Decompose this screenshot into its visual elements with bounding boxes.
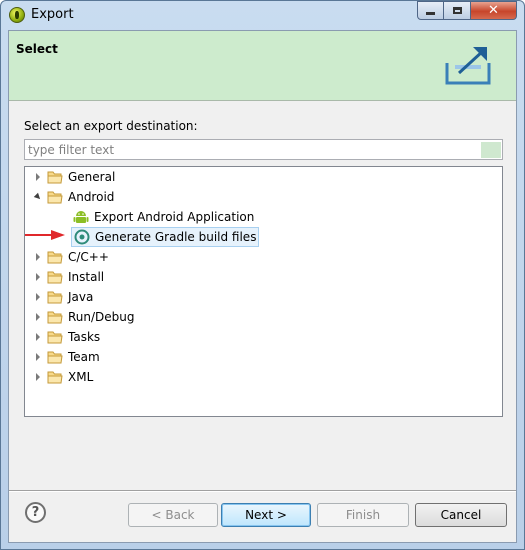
- window-title: Export: [31, 7, 74, 22]
- maximize-button[interactable]: [444, 1, 471, 20]
- tree-item-label: Android: [68, 190, 115, 204]
- tree-item-xml[interactable]: XML: [33, 367, 93, 387]
- tree-item-label: XML: [68, 370, 94, 384]
- tree-item-label: C/C++: [68, 250, 109, 264]
- expand-icon[interactable]: [33, 287, 43, 307]
- tree-item-general[interactable]: General: [33, 167, 115, 187]
- destination-prompt: Select an export destination:: [24, 119, 198, 133]
- expand-icon[interactable]: [33, 367, 43, 387]
- back-button[interactable]: < Back: [128, 503, 218, 527]
- close-icon: ✕: [488, 3, 499, 18]
- tree-item-label: Java: [68, 290, 94, 304]
- folder-icon: [47, 190, 63, 204]
- destination-tree[interactable]: General Android Export Android Applicati…: [24, 166, 503, 417]
- folder-icon: [47, 350, 63, 364]
- folder-icon: [47, 370, 63, 384]
- folder-icon: [47, 270, 63, 284]
- tree-item-install[interactable]: Install: [33, 267, 104, 287]
- folder-icon: [47, 170, 63, 184]
- tree-item-label: Export Android Application: [94, 210, 255, 224]
- tree-item-label: Run/Debug: [68, 310, 135, 324]
- folder-icon: [47, 330, 63, 344]
- eclipse-app-icon: [9, 7, 25, 23]
- next-button[interactable]: Next >: [221, 503, 311, 527]
- cancel-button[interactable]: Cancel: [415, 503, 507, 527]
- tree-item-label: Tasks: [68, 330, 101, 344]
- filter-clear-icon[interactable]: [481, 142, 501, 158]
- tree-item-run-debug[interactable]: Run/Debug: [33, 307, 135, 327]
- close-button[interactable]: ✕: [471, 1, 517, 20]
- expand-icon[interactable]: [33, 167, 43, 187]
- tree-item-label: Team: [68, 350, 100, 364]
- tree-item-label: Generate Gradle build files: [95, 230, 257, 244]
- tree-item-label: General: [68, 170, 116, 184]
- finish-button[interactable]: Finish: [317, 503, 409, 527]
- expand-icon[interactable]: [33, 347, 43, 367]
- folder-icon: [47, 290, 63, 304]
- folder-icon: [47, 310, 63, 324]
- button-bar-divider: [9, 490, 516, 492]
- expand-icon[interactable]: [33, 307, 43, 327]
- export-dialog: Export ✕ Select Select an export destina…: [0, 0, 525, 550]
- android-icon: [73, 211, 89, 223]
- tree-item-android[interactable]: Android: [33, 187, 114, 207]
- expand-icon[interactable]: [33, 327, 43, 347]
- tree-item-java[interactable]: Java: [33, 287, 93, 307]
- export-wizard-icon: [445, 47, 491, 85]
- tree-item-team[interactable]: Team: [33, 347, 100, 367]
- header-banner: Select: [9, 31, 516, 101]
- expand-icon[interactable]: [33, 267, 43, 287]
- minimize-button[interactable]: [417, 1, 444, 20]
- gradle-icon: [74, 229, 90, 245]
- tree-item-export-android-application[interactable]: Export Android Application: [73, 207, 254, 227]
- red-arrow-annotation: [25, 230, 65, 240]
- folder-icon: [47, 250, 63, 264]
- minimize-icon: [426, 12, 435, 15]
- maximize-icon: [452, 7, 462, 14]
- title-bar[interactable]: Export ✕: [1, 1, 524, 29]
- tree-item-cpp[interactable]: C/C++: [33, 247, 109, 267]
- collapse-icon[interactable]: [33, 187, 43, 207]
- filter-input[interactable]: [24, 139, 503, 160]
- page-title: Select: [16, 42, 58, 56]
- tree-item-tasks[interactable]: Tasks: [33, 327, 100, 347]
- tree-item-label: Install: [68, 270, 105, 284]
- tree-item-generate-gradle-build-files[interactable]: Generate Gradle build files: [71, 227, 260, 247]
- help-icon[interactable]: ?: [25, 502, 46, 523]
- dialog-body: Select Select an export destination: Gen…: [8, 30, 517, 543]
- expand-icon[interactable]: [33, 247, 43, 267]
